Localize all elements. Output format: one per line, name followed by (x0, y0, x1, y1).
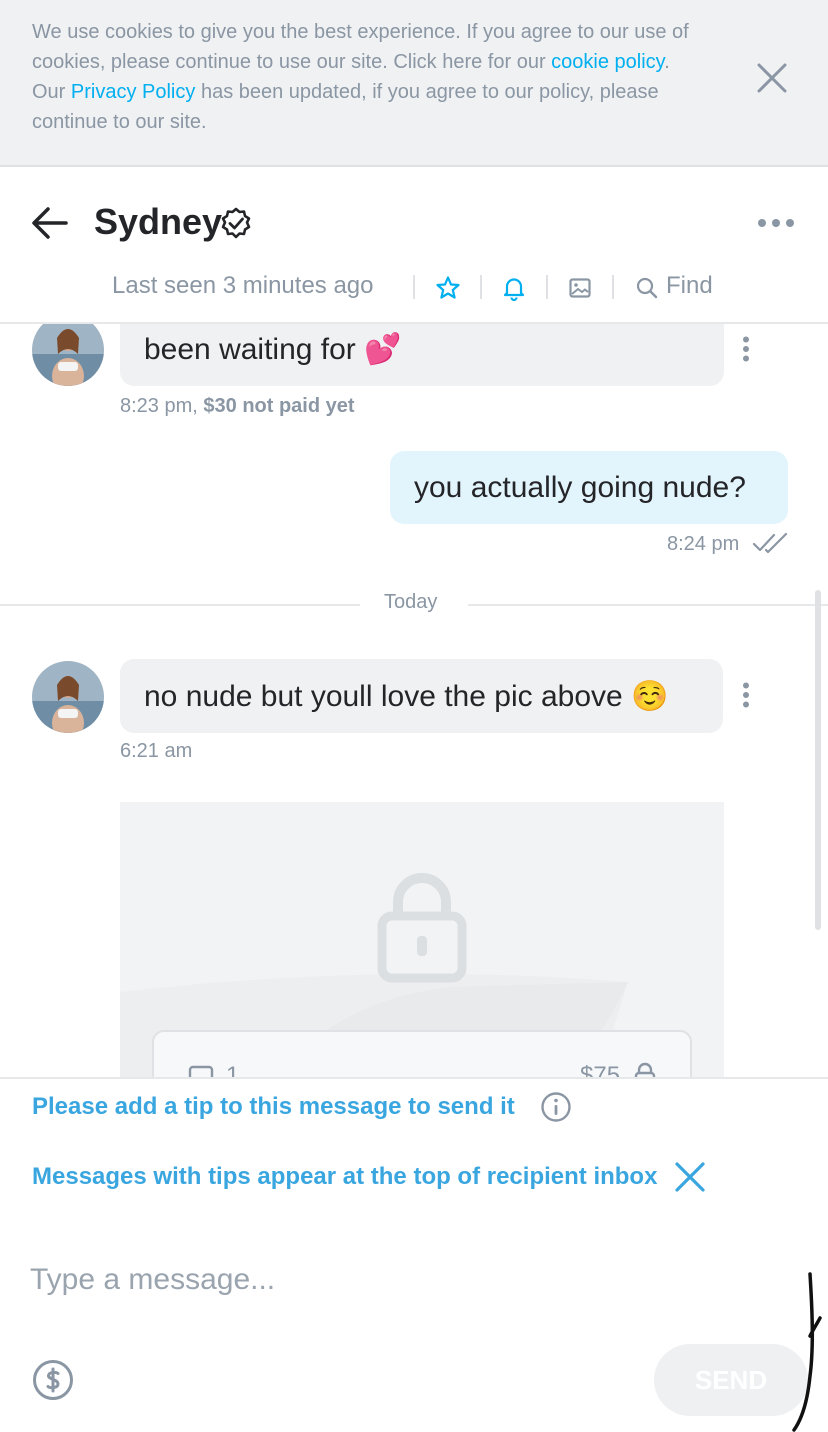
verified-badge-icon (221, 207, 251, 239)
search-icon[interactable] (634, 275, 660, 301)
divider-line (468, 604, 828, 606)
message-time: 8:24 pm (667, 533, 740, 555)
message-text: you actually going nude? (414, 471, 746, 504)
close-icon[interactable] (754, 60, 790, 96)
find-button[interactable]: Find (666, 272, 713, 300)
chat-header: Sydney Last seen 3 minutes ago Find (0, 167, 828, 324)
contact-name[interactable]: Sydney (94, 201, 222, 243)
media-count: 1 (226, 1062, 240, 1077)
message-menu-icon[interactable] (742, 336, 750, 362)
last-seen-status: Last seen 3 minutes ago (112, 272, 374, 299)
more-icon[interactable] (756, 213, 796, 233)
chat-screen: We use cookies to give you the best expe… (0, 0, 828, 1432)
separator (612, 275, 614, 299)
message-input[interactable] (30, 1255, 730, 1305)
info-icon[interactable] (540, 1091, 572, 1123)
avatar[interactable] (32, 324, 104, 386)
message-composer: Please add a tip to this message to send… (0, 1077, 828, 1432)
message-time: 6:21 am (120, 740, 193, 762)
privacy-policy-link[interactable]: Privacy Policy (71, 81, 195, 103)
price-status: $30 not paid yet (203, 395, 355, 417)
back-arrow-icon[interactable] (30, 205, 70, 241)
star-icon[interactable] (435, 275, 461, 301)
divider-line (0, 604, 360, 606)
scribble-mark (792, 1272, 822, 1432)
cookie-policy-link[interactable]: cookie policy (551, 51, 664, 73)
time-label: 8:23 pm, (120, 395, 198, 417)
message-time: 8:23 pm, $30 not paid yet (120, 395, 355, 418)
locked-media[interactable]: 1 $75 (120, 802, 724, 1077)
message-list[interactable]: been waiting for 💕 8:23 pm, $30 not paid… (0, 324, 828, 1077)
message-bubble-incoming[interactable]: no nude but youll love the pic above ☺️ (120, 659, 723, 733)
tip-priority-notice: Messages with tips appear at the top of … (32, 1163, 658, 1190)
message-text: been waiting for 💕 (144, 333, 402, 366)
message-bubble-outgoing[interactable]: you actually going nude? (390, 451, 788, 524)
separator (480, 275, 482, 299)
locked-media-info: 1 $75 (152, 1030, 692, 1077)
message-menu-icon[interactable] (742, 682, 750, 708)
double-check-icon (752, 532, 788, 554)
media-price: $75 (580, 1062, 621, 1077)
scrollbar[interactable] (815, 590, 821, 930)
cookie-banner-text: We use cookies to give you the best expe… (32, 17, 692, 137)
image-icon (188, 1065, 214, 1077)
date-divider: Today (384, 591, 438, 613)
separator (546, 275, 548, 299)
bell-icon[interactable] (501, 275, 527, 301)
message-bubble-incoming[interactable]: been waiting for 💕 (120, 324, 724, 386)
lock-icon (377, 873, 467, 983)
chat-subbar: Last seen 3 minutes ago Find (0, 267, 828, 307)
close-icon[interactable] (674, 1161, 706, 1193)
lock-icon (634, 1062, 656, 1077)
cookie-banner: We use cookies to give you the best expe… (0, 0, 828, 167)
separator (413, 275, 415, 299)
tip-dollar-icon[interactable] (32, 1359, 74, 1401)
tip-required-notice: Please add a tip to this message to send… (32, 1093, 515, 1120)
avatar[interactable] (32, 661, 104, 733)
message-text: no nude but youll love the pic above ☺️ (144, 680, 669, 713)
image-icon[interactable] (567, 275, 593, 301)
